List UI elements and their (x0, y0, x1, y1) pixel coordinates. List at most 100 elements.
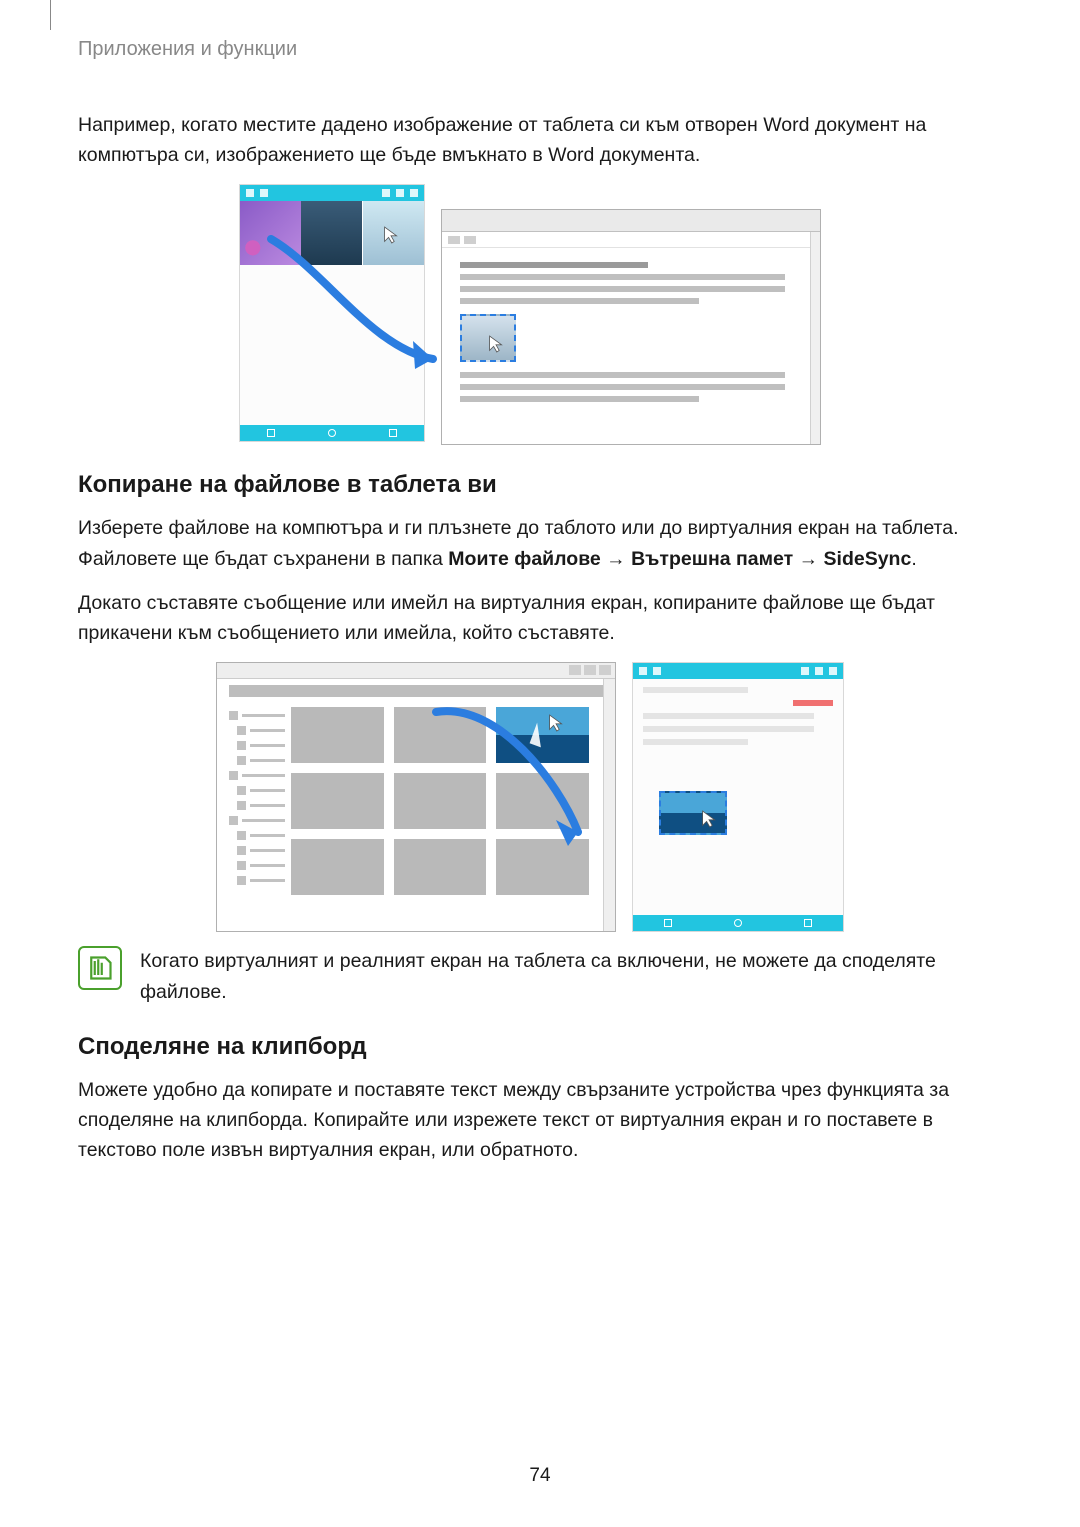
folder-icon (229, 816, 238, 825)
status-icon (260, 189, 268, 197)
explorer-body (217, 697, 615, 931)
file-thumb (291, 707, 384, 763)
toolbar-tab-icon (448, 236, 460, 244)
text-line (460, 262, 648, 268)
window-minimize-icon (382, 189, 390, 197)
label-line (242, 774, 285, 777)
compose-body (633, 679, 843, 915)
section-header: Приложения и функции (78, 38, 297, 61)
thumbnail-flower (240, 201, 301, 265)
note-text: Когато виртуалният и реалният екран на т… (140, 946, 998, 1006)
nav-home-icon (328, 429, 336, 437)
illustration-pc-to-tablet (78, 662, 998, 932)
cursor-icon (701, 809, 717, 829)
file-thumb (496, 839, 589, 895)
page-content: Например, когато местите дадено изображе… (78, 110, 998, 1179)
file-thumb (291, 773, 384, 829)
cursor-icon (488, 334, 504, 354)
label-line (250, 834, 285, 837)
file-thumb-photo (496, 707, 589, 763)
folder-icon (237, 801, 246, 810)
section2-paragraph: Можете удобно да копирате и поставяте те… (78, 1075, 998, 1166)
text-line (460, 384, 785, 390)
status-icon (246, 189, 254, 197)
folder-icon (229, 771, 238, 780)
window-maximize-icon (815, 667, 823, 675)
address-bar (229, 685, 603, 697)
window-close-icon (410, 189, 418, 197)
file-thumb (394, 773, 487, 829)
label-line (242, 714, 285, 717)
status-icon (639, 667, 647, 675)
pc-explorer-window (216, 662, 616, 932)
text-line (460, 372, 785, 378)
thumbnail-waterfall (301, 201, 362, 265)
thumbnail-sky (362, 201, 424, 265)
section1-paragraph-2: Докато съставяте съобщение или имейл на … (78, 588, 998, 648)
folder-icon (237, 846, 246, 855)
text-line (460, 396, 699, 402)
nav-back-icon (804, 919, 812, 927)
document-body (442, 248, 820, 444)
virtual-tablet-screen (239, 184, 425, 442)
file-thumb (496, 773, 589, 829)
file-thumb (291, 839, 384, 895)
pc-toolbar (442, 232, 820, 248)
heading-clipboard-share: Споделяне на клипборд (78, 1033, 998, 1061)
folder-icon (229, 711, 238, 720)
cursor-icon (383, 225, 399, 245)
window-close-icon (829, 667, 837, 675)
label-line (250, 864, 285, 867)
label-line (250, 849, 285, 852)
image-drop-target (460, 314, 516, 362)
text: . (911, 548, 916, 570)
explorer-sidebar (221, 707, 291, 931)
label-line (250, 804, 285, 807)
gallery-row (240, 201, 424, 265)
file-grid (291, 707, 615, 931)
folder-icon (237, 741, 246, 750)
page-crop-mark (50, 0, 51, 30)
file-thumb (394, 707, 487, 763)
nav-recent-icon (267, 429, 275, 437)
note-block: Когато виртуалният и реалният екран на т… (78, 946, 998, 1006)
pc2-titlebar (217, 663, 615, 679)
send-button-placeholder (793, 700, 833, 706)
window-close-icon (599, 665, 611, 675)
scrollbar (603, 679, 615, 931)
scrollbar (810, 232, 820, 444)
folder-icon (237, 876, 246, 885)
cursor-icon (548, 713, 564, 733)
image-drop-target (659, 791, 727, 835)
text-line (643, 713, 814, 719)
label-line (250, 729, 285, 732)
folder-icon (237, 831, 246, 840)
text-line (460, 298, 699, 304)
section1-paragraph-1: Изберете файлове на компютъра и ги плъзн… (78, 513, 998, 573)
window-maximize-icon (396, 189, 404, 197)
heading-copy-files: Копиране на файлове в таблета ви (78, 471, 998, 499)
window-minimize-icon (569, 665, 581, 675)
folder-icon (237, 726, 246, 735)
text-line (460, 274, 785, 280)
text-line (643, 687, 748, 693)
text-line (460, 286, 785, 292)
status-icon (653, 667, 661, 675)
text-line (643, 739, 748, 745)
file-thumb (394, 839, 487, 895)
window-minimize-icon (801, 667, 809, 675)
toolbar-tab-icon (464, 236, 476, 244)
tablet-statusbar (633, 663, 843, 679)
label-line (242, 819, 285, 822)
label-line (250, 789, 285, 792)
nav-back-icon (389, 429, 397, 437)
tablet-navbar (633, 915, 843, 931)
nav-recent-icon (664, 919, 672, 927)
label-line (250, 879, 285, 882)
window-maximize-icon (584, 665, 596, 675)
folder-icon (237, 756, 246, 765)
virtual-tablet-screen (632, 662, 844, 932)
label-line (250, 759, 285, 762)
intro-paragraph: Например, когато местите дадено изображе… (78, 110, 998, 170)
label-line (250, 744, 285, 747)
